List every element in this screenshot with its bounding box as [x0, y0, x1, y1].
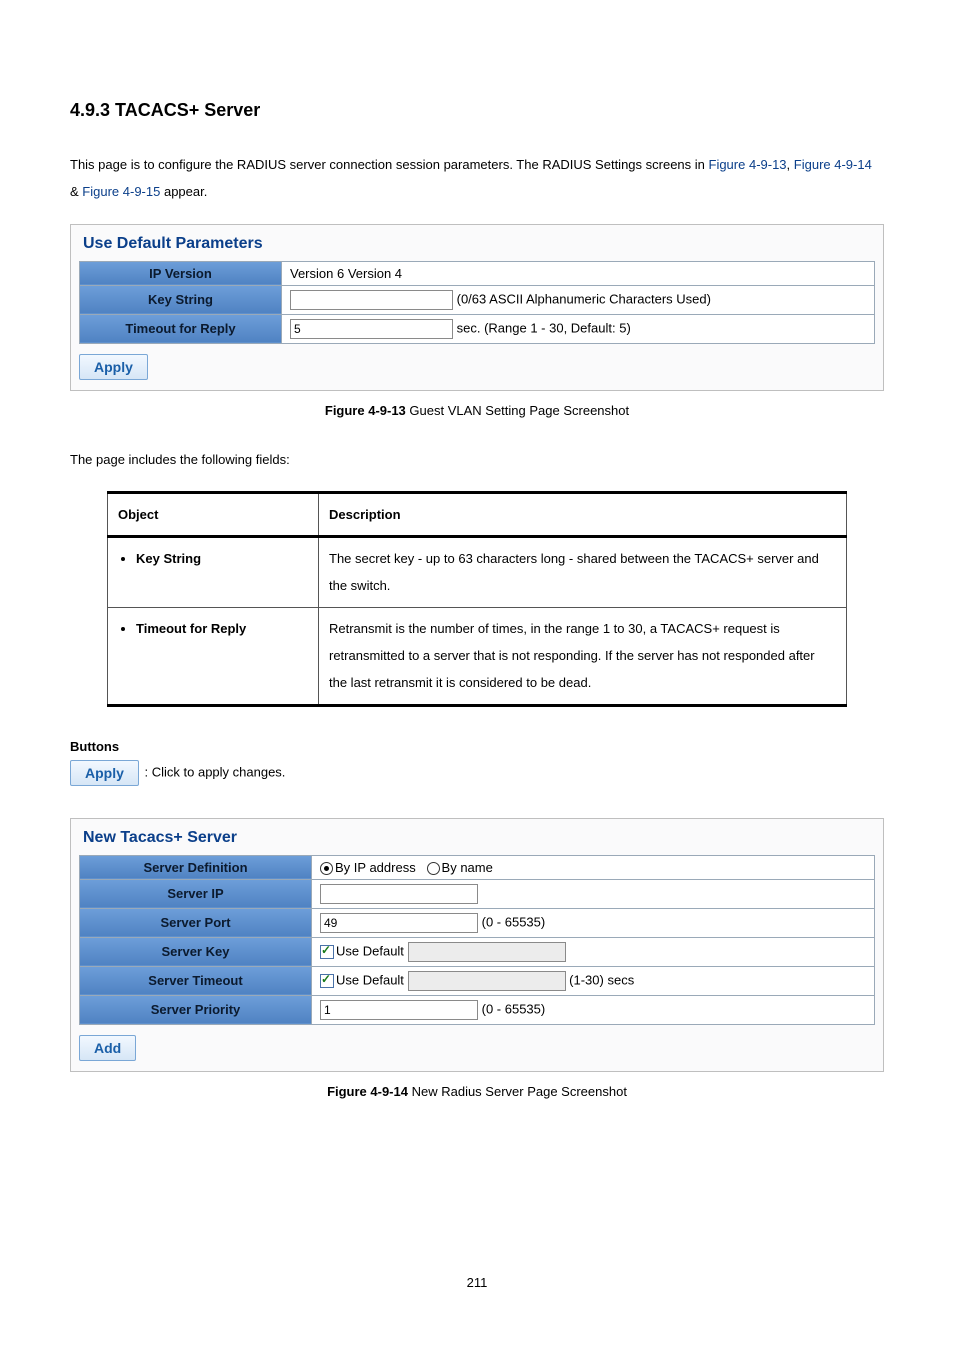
row-key-string-label: Key String	[80, 285, 282, 314]
fields-intro: The page includes the following fields:	[70, 446, 884, 473]
col-object-header: Object	[108, 492, 319, 536]
panel1-title: Use Default Parameters	[79, 233, 875, 261]
page-number: 211	[0, 1275, 954, 1290]
row-server-timeout-label: Server Timeout	[80, 966, 312, 995]
radio-by-name-label: By name	[442, 860, 493, 875]
row-server-ip-label: Server IP	[80, 879, 312, 908]
table-row: Key String The secret key - up to 63 cha…	[108, 537, 847, 608]
row-ip-version-value: Version 6 Version 4	[282, 261, 875, 285]
apply-button[interactable]: Apply	[79, 354, 148, 380]
timeout-hint: sec. (Range 1 - 30, Default: 5)	[457, 320, 631, 335]
section-title: 4.9.3 TACACS+ Server	[70, 100, 884, 121]
radio-by-name[interactable]	[427, 862, 440, 875]
server-ip-input[interactable]	[320, 884, 478, 904]
link-figure-4-9-15[interactable]: Figure 4-9-15	[82, 184, 160, 199]
add-button[interactable]: Add	[79, 1035, 136, 1061]
server-key-use-default-checkbox[interactable]	[320, 945, 334, 959]
intro-text: This page is to configure the RADIUS ser…	[70, 157, 709, 172]
server-port-hint: (0 - 65535)	[482, 914, 546, 929]
buttons-heading: Buttons	[70, 739, 884, 754]
figure-4-9-14-caption: Figure 4-9-14 New Radius Server Page Scr…	[70, 1084, 884, 1099]
key-string-hint: (0/63 ASCII Alphanumeric Characters Used…	[457, 291, 711, 306]
new-tacacs-server-panel: New Tacacs+ Server Server Definition By …	[70, 818, 884, 1072]
new-tacacs-server-table: Server Definition By IP address By name …	[79, 855, 875, 1025]
intro-tail: appear.	[164, 184, 207, 199]
fig2-bold: Figure 4-9-14	[327, 1084, 408, 1099]
row-server-key-label: Server Key	[80, 937, 312, 966]
intro-sep2: &	[70, 184, 82, 199]
link-figure-4-9-13[interactable]: Figure 4-9-13	[709, 157, 787, 172]
fields-description-table: Object Description Key String The secret…	[107, 491, 847, 707]
server-timeout-input	[408, 971, 566, 991]
desc-key-string: The secret key - up to 63 characters lon…	[319, 537, 847, 608]
obj-timeout: Timeout for Reply	[136, 621, 246, 636]
server-timeout-hint: (1-30) secs	[569, 972, 634, 987]
server-key-input	[408, 942, 566, 962]
row-server-definition-label: Server Definition	[80, 855, 312, 879]
use-default-parameters-panel: Use Default Parameters IP Version Versio…	[70, 224, 884, 391]
figure-4-9-13-caption: Figure 4-9-13 Guest VLAN Setting Page Sc…	[70, 403, 884, 418]
server-priority-input[interactable]	[320, 1000, 478, 1020]
obj-key-string: Key String	[136, 551, 201, 566]
timeout-input[interactable]	[290, 319, 453, 339]
fig2-rest: New Radius Server Page Screenshot	[408, 1084, 627, 1099]
server-priority-hint: (0 - 65535)	[482, 1001, 546, 1016]
buttons-row: Apply : Click to apply changes.	[70, 760, 884, 786]
server-key-use-default-label: Use Default	[336, 943, 404, 958]
fig1-bold: Figure 4-9-13	[325, 403, 406, 418]
fig1-rest: Guest VLAN Setting Page Screenshot	[406, 403, 629, 418]
apply-button-inline[interactable]: Apply	[70, 760, 139, 786]
key-string-input[interactable]	[290, 290, 453, 310]
radio-by-ip-address[interactable]	[320, 862, 333, 875]
link-figure-4-9-14[interactable]: Figure 4-9-14	[794, 157, 872, 172]
table-row: Timeout for Reply Retransmit is the numb…	[108, 607, 847, 705]
server-port-input[interactable]	[320, 913, 478, 933]
apply-desc: : Click to apply changes.	[145, 764, 286, 779]
intro-sep1: ,	[787, 157, 794, 172]
row-ip-version-label: IP Version	[80, 261, 282, 285]
server-timeout-use-default-label: Use Default	[336, 972, 404, 987]
server-timeout-use-default-checkbox[interactable]	[320, 974, 334, 988]
radio-by-ip-label: By IP address	[335, 860, 416, 875]
row-server-priority-label: Server Priority	[80, 995, 312, 1024]
row-server-port-label: Server Port	[80, 908, 312, 937]
use-default-parameters-table: IP Version Version 6 Version 4 Key Strin…	[79, 261, 875, 344]
col-description-header: Description	[319, 492, 847, 536]
intro-paragraph: This page is to configure the RADIUS ser…	[70, 151, 884, 206]
panel2-title: New Tacacs+ Server	[79, 827, 875, 855]
desc-timeout: Retransmit is the number of times, in th…	[319, 607, 847, 705]
row-timeout-label: Timeout for Reply	[80, 314, 282, 343]
